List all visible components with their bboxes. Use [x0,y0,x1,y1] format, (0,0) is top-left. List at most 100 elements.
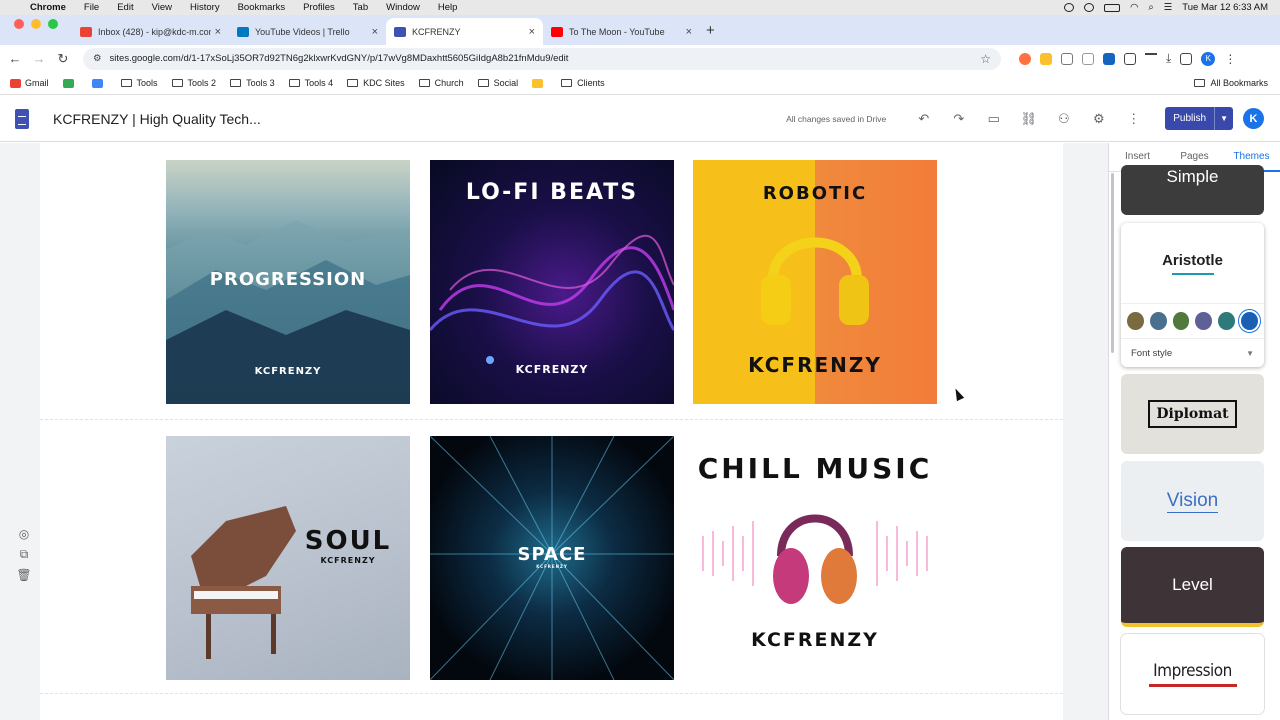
color-swatch[interactable] [1127,312,1144,330]
bookmark-star-icon[interactable]: ☆ [980,52,991,66]
card-title: PROGRESSION [209,269,367,290]
forward-icon[interactable]: → [27,51,51,66]
theme-impression[interactable]: Impression [1121,634,1264,714]
close-window-button[interactable] [14,19,24,29]
theme-diplomat[interactable]: Diplomat [1121,374,1264,454]
duplicate-section-icon[interactable]: ⧉ [20,547,29,562]
extension-icon[interactable] [1040,52,1052,65]
close-tab-icon[interactable]: × [215,26,221,38]
clock-datetime[interactable]: Tue Mar 12 6:33 AM [1182,2,1268,13]
tab-trello[interactable]: YouTube Videos | Trello × [229,18,386,45]
profile-avatar[interactable]: K [1201,51,1216,66]
album-art-lofi-beats[interactable]: LO-FI BEATS KCFRENZY [430,160,674,404]
reading-list-icon[interactable] [1145,52,1157,65]
theme-vision[interactable]: Vision [1121,461,1264,541]
bookmark-keep[interactable] [532,78,547,88]
close-tab-icon[interactable]: × [372,26,378,38]
menu-tab[interactable]: Tab [353,2,368,13]
delete-section-icon[interactable]: 🗑 [16,568,31,582]
settings-gear-icon[interactable]: ⚙ [1081,111,1116,127]
bookmark-folder-church[interactable]: Church [418,78,464,88]
preview-icon[interactable]: ▭ [976,111,1011,127]
menu-profiles[interactable]: Profiles [303,2,335,13]
menu-window[interactable]: Window [386,2,420,13]
tab-gmail[interactable]: Inbox (428) - kip@kdc-m.com × [72,18,229,45]
bookmark-folder-social[interactable]: Social [477,78,518,88]
account-avatar[interactable]: K [1243,108,1264,129]
theme-level[interactable]: Level [1121,547,1264,627]
tab-kcfrenzy[interactable]: KCFRENZY × [386,18,543,45]
extension-icon[interactable] [1019,52,1031,65]
tab-youtube[interactable]: To The Moon - YouTube × [543,18,700,45]
control-center-icon[interactable]: ☰ [1164,2,1173,13]
reload-icon[interactable]: ↻ [51,51,75,67]
search-icon[interactable]: ⌕ [1148,2,1153,13]
extension-icon[interactable] [1103,52,1115,65]
album-art-chill-music[interactable]: CHILL MUSIC KCFRENZY [693,436,937,680]
publish-button[interactable]: Publish ▼ [1165,107,1233,130]
bookmark-folder-kdc-sites[interactable]: KDC Sites [347,78,405,88]
extension-icon[interactable] [1082,52,1094,65]
wifi-icon[interactable]: ◠ [1130,2,1138,13]
album-art-progression[interactable]: PROGRESSION KCFRENZY [166,160,410,404]
palette-icon[interactable]: ◎ [19,527,29,541]
chrome-menu-icon[interactable]: ⋮ [1224,52,1236,66]
album-art-soul[interactable]: SOUL KCFRENZY [166,436,410,680]
bookmark-folder-tools-4[interactable]: Tools 4 [288,78,333,88]
bookmark-gmail[interactable]: Gmail [10,78,49,88]
color-swatch[interactable] [1149,312,1167,330]
close-tab-icon[interactable]: × [686,26,692,38]
color-swatch[interactable] [1218,312,1236,330]
side-panel-icon[interactable] [1180,52,1193,65]
site-title[interactable]: KCFRENZY | High Quality Tech... [53,111,261,127]
card-brand: KCFRENZY [515,363,589,376]
publish-dropdown-icon[interactable]: ▼ [1214,107,1233,130]
extension-icon[interactable] [1061,52,1073,65]
record-icon[interactable] [1064,3,1075,12]
extensions-puzzle-icon[interactable] [1124,52,1136,65]
folder-icon [418,79,430,87]
bookmark-folder-tools-3[interactable]: Tools 3 [230,78,275,88]
bookmark-drive[interactable] [62,78,78,88]
copy-link-icon[interactable]: ⛓ [1011,111,1046,127]
menu-bookmarks[interactable]: Bookmarks [238,2,286,13]
share-icon[interactable]: ⚇ [1046,111,1081,127]
new-tab-button[interactable]: + [700,22,725,45]
more-options-icon[interactable]: ⋮ [1116,111,1151,127]
bookmark-folder-tools-2[interactable]: Tools 2 [171,78,216,88]
zoom-window-button[interactable] [48,19,58,29]
font-style-dropdown[interactable]: Font style ▼ [1121,339,1264,367]
menu-file[interactable]: File [84,2,99,13]
theme-simple[interactable]: Simple [1121,165,1264,215]
site-info-icon[interactable]: ⚙ [93,53,102,64]
back-icon[interactable]: ← [3,51,27,66]
bookmark-folder-clients[interactable]: Clients [561,78,605,88]
menu-history[interactable]: History [190,2,220,13]
google-sites-logo-icon[interactable] [15,108,29,129]
custom-color-icon[interactable] [1241,312,1258,330]
theme-accent-underline [1171,272,1214,275]
menu-edit[interactable]: Edit [117,2,133,13]
menu-app-name[interactable]: Chrome [30,2,66,13]
theme-label: Simple [1166,167,1219,186]
url-text[interactable]: sites.google.com/d/1-17xSoLj35OR7d92TN6g… [110,53,569,64]
all-bookmarks[interactable]: All Bookmarks [1194,78,1268,88]
redo-icon[interactable]: ↷ [941,111,976,127]
color-swatch[interactable] [1172,312,1190,330]
bookmark-calendar[interactable] [91,78,107,88]
download-icon[interactable]: ⤓ [1166,51,1171,66]
theme-aristotle[interactable]: Aristotle Font style ▼ [1121,223,1264,367]
panel-scrollbar[interactable] [1111,173,1114,353]
close-tab-icon[interactable]: × [529,26,535,38]
minimize-window-button[interactable] [31,19,41,29]
address-bar[interactable]: ⚙ sites.google.com/d/1-17xSoLj35OR7d92TN… [83,47,1001,70]
menu-view[interactable]: View [152,2,172,13]
battery-icon[interactable] [1104,3,1121,12]
color-swatch[interactable] [1195,312,1213,330]
menu-help[interactable]: Help [438,2,458,13]
album-art-robotic[interactable]: ROBOTIC KCFRENZY [693,160,937,404]
undo-icon[interactable]: ↶ [906,111,941,127]
play-icon[interactable] [1084,3,1095,12]
album-art-space[interactable]: SPACE KCFRENZY [430,436,674,680]
bookmark-folder-tools[interactable]: Tools [120,78,158,88]
